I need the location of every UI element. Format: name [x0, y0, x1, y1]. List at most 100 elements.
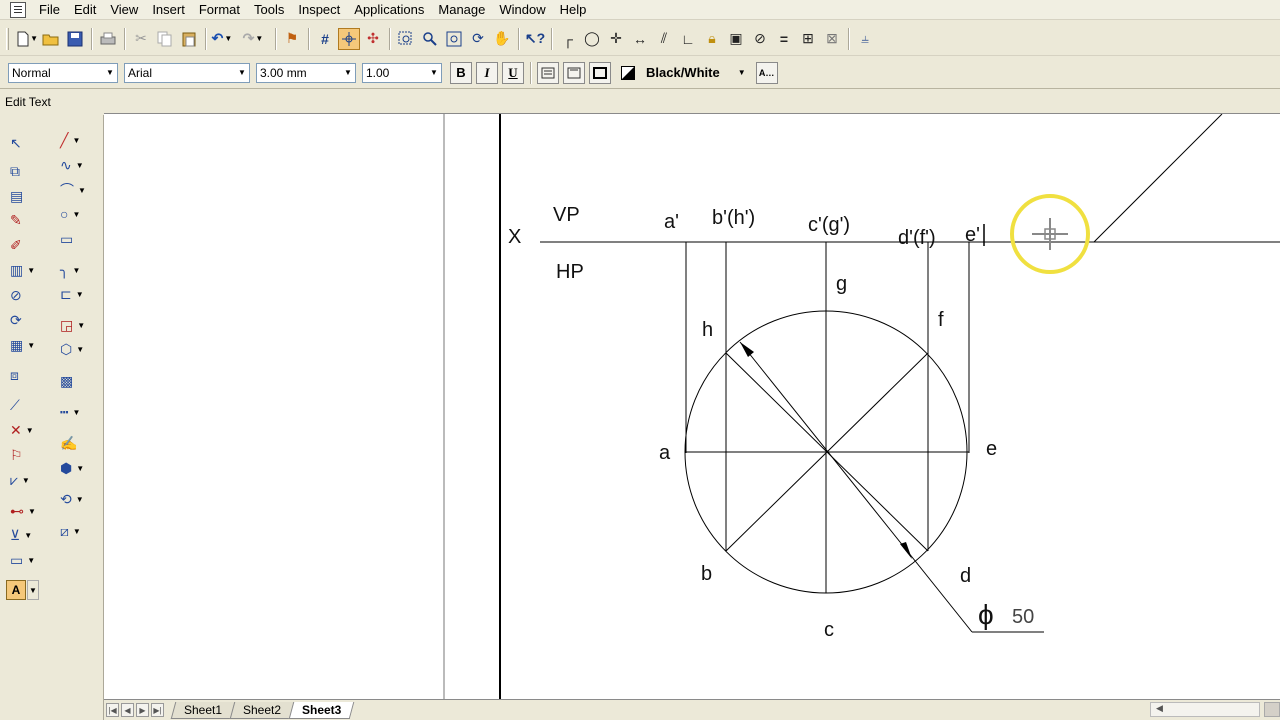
hole-table-icon[interactable]: ▭ ▼: [10, 550, 44, 570]
menu-insert[interactable]: Insert: [145, 0, 192, 20]
image-icon[interactable]: ▣: [725, 28, 747, 50]
last-sheet-icon[interactable]: ▶|: [151, 703, 164, 717]
text-tool-icon[interactable]: A ▼: [6, 580, 46, 600]
cut-icon[interactable]: ✂: [130, 28, 152, 50]
drawing-canvas[interactable]: X VP HP a' b'(h') c'(g') d'(f') e' g h f…: [104, 113, 1280, 701]
menu-tools[interactable]: Tools: [247, 0, 291, 20]
color-select-value[interactable]: Black/White: [646, 65, 720, 80]
parallel-icon[interactable]: ⫽: [653, 28, 675, 50]
app-document-icon[interactable]: [10, 1, 26, 18]
chamfer-tool-icon[interactable]: ⊏ ▼: [60, 284, 94, 304]
menu-help[interactable]: Help: [553, 0, 594, 20]
scroll-left-icon[interactable]: ◀: [1156, 703, 1163, 714]
leader-icon[interactable]: ⊷ ▼: [10, 501, 44, 521]
spline-tool-icon[interactable]: ∿ ▼: [60, 155, 94, 175]
bold-button[interactable]: B: [450, 61, 472, 84]
snap-icon[interactable]: [338, 27, 360, 50]
note-tool-icon[interactable]: ✍: [60, 433, 94, 453]
insert-tool-icon[interactable]: ⧄ ▼: [60, 521, 94, 541]
whats-this-icon[interactable]: ↖?: [524, 28, 546, 50]
symmetric-icon[interactable]: ⊞: [797, 28, 819, 50]
text-properties-icon[interactable]: A…: [755, 61, 778, 84]
rotate-icon[interactable]: ⟳: [10, 310, 44, 330]
centerline-tool-icon[interactable]: ┅ ▼: [60, 402, 94, 422]
line-tool-icon[interactable]: ╱ ▼: [60, 130, 94, 150]
print-icon[interactable]: [97, 28, 119, 50]
chevron-down-icon[interactable]: ▼: [235, 64, 249, 82]
smartsnap-icon[interactable]: ✣: [362, 28, 384, 50]
frame-icon[interactable]: [563, 61, 585, 84]
first-sheet-icon[interactable]: |◀: [106, 703, 119, 717]
text-size-select[interactable]: 3.00 mm ▼: [256, 62, 356, 83]
constraint-icon[interactable]: ⫨: [854, 28, 876, 50]
menu-edit[interactable]: Edit: [67, 0, 103, 20]
open-icon[interactable]: [40, 28, 62, 50]
paste-icon[interactable]: [178, 28, 200, 50]
lock-icon[interactable]: 🔒︎: [701, 28, 723, 50]
line-spacing-select[interactable]: 1.00 ▼: [362, 62, 442, 83]
chevron-down-icon[interactable]: ▼: [427, 64, 441, 82]
prev-sheet-icon[interactable]: ◀: [121, 703, 134, 717]
align-icon[interactable]: [537, 61, 559, 84]
sheet-tab-2[interactable]: Sheet2: [229, 701, 295, 719]
undo-icon[interactable]: ↶ ▼: [211, 28, 233, 50]
redo-icon[interactable]: ↷ ▼: [242, 28, 264, 50]
chevron-down-icon[interactable]: ▼: [341, 64, 355, 82]
grid-icon[interactable]: #: [314, 28, 336, 50]
dimension-icon[interactable]: ⟋: [10, 395, 44, 415]
menu-applications[interactable]: Applications: [347, 0, 431, 20]
next-sheet-icon[interactable]: ▶: [136, 703, 149, 717]
chevron-down-icon[interactable]: ▼: [103, 64, 117, 82]
paint-icon[interactable]: ✐: [10, 235, 44, 255]
underline-button[interactable]: U: [502, 61, 524, 84]
style-select[interactable]: Normal ▼: [8, 62, 118, 83]
font-select[interactable]: Arial ▼: [124, 62, 250, 83]
weld-icon[interactable]: ⚐: [10, 445, 44, 465]
datum-icon[interactable]: ⩗ ▼: [10, 470, 44, 490]
rectangle-tool-icon[interactable]: ▭: [60, 229, 94, 249]
copy-icon[interactable]: [154, 28, 176, 50]
border-icon[interactable]: [589, 61, 611, 84]
fill-tool-icon[interactable]: ◲ ▼: [60, 315, 94, 335]
zoom-icon[interactable]: [419, 28, 441, 50]
menu-inspect[interactable]: Inspect: [291, 0, 347, 20]
zoom-fit-icon[interactable]: [443, 28, 465, 50]
group-icon[interactable]: ⧉: [10, 161, 44, 181]
equal-icon[interactable]: =: [773, 28, 795, 50]
view-icon[interactable]: ▥ ▼: [10, 260, 44, 280]
section-icon[interactable]: ⊘: [10, 285, 44, 305]
menu-window[interactable]: Window: [492, 0, 552, 20]
fillet-tool-icon[interactable]: ╮ ▼: [60, 260, 94, 280]
part-tool-icon[interactable]: ⬢ ▼: [60, 458, 94, 478]
pen-icon[interactable]: ✎: [10, 210, 44, 230]
circle-icon[interactable]: ◯: [581, 28, 603, 50]
sheet-tab-3[interactable]: Sheet3: [288, 701, 355, 719]
chevron-down-icon[interactable]: ▼: [738, 68, 746, 77]
angle-icon[interactable]: ∟: [677, 28, 699, 50]
mirror-icon[interactable]: ⊠: [821, 28, 843, 50]
polygon-tool-icon[interactable]: ⬡ ▼: [60, 339, 94, 359]
menu-format[interactable]: Format: [192, 0, 247, 20]
rotate-view-icon[interactable]: ⟳: [467, 28, 489, 50]
tangent-icon[interactable]: ⊘: [749, 28, 771, 50]
sheet-tab-1[interactable]: Sheet1: [170, 701, 236, 719]
arc-tool-icon[interactable]: ⌒ ▼: [60, 180, 94, 200]
circle-tool-icon[interactable]: ○ ▼: [60, 204, 94, 224]
italic-button[interactable]: I: [476, 61, 498, 84]
zoom-window-icon[interactable]: [395, 28, 417, 50]
menu-manage[interactable]: Manage: [431, 0, 492, 20]
flag-icon[interactable]: ⚑: [281, 28, 303, 50]
update-tool-icon[interactable]: ⟲ ▼: [60, 489, 94, 509]
save-icon[interactable]: [64, 28, 86, 50]
color-swatch-icon[interactable]: [617, 62, 639, 84]
layers-icon[interactable]: ▤: [10, 186, 44, 206]
menu-file[interactable]: File: [32, 0, 67, 20]
perpendicular-icon[interactable]: ┌: [557, 28, 579, 50]
pan-icon[interactable]: ✋: [491, 28, 513, 50]
symbol-icon[interactable]: ⧈: [10, 365, 44, 385]
horizontal-scrollbar[interactable]: [1150, 702, 1260, 717]
surface-icon[interactable]: ⊻ ▼: [10, 525, 44, 545]
select-arrow-icon[interactable]: ↖: [10, 133, 44, 153]
distance-icon[interactable]: ↔: [629, 28, 651, 50]
table-icon[interactable]: ▦ ▼: [10, 335, 44, 355]
